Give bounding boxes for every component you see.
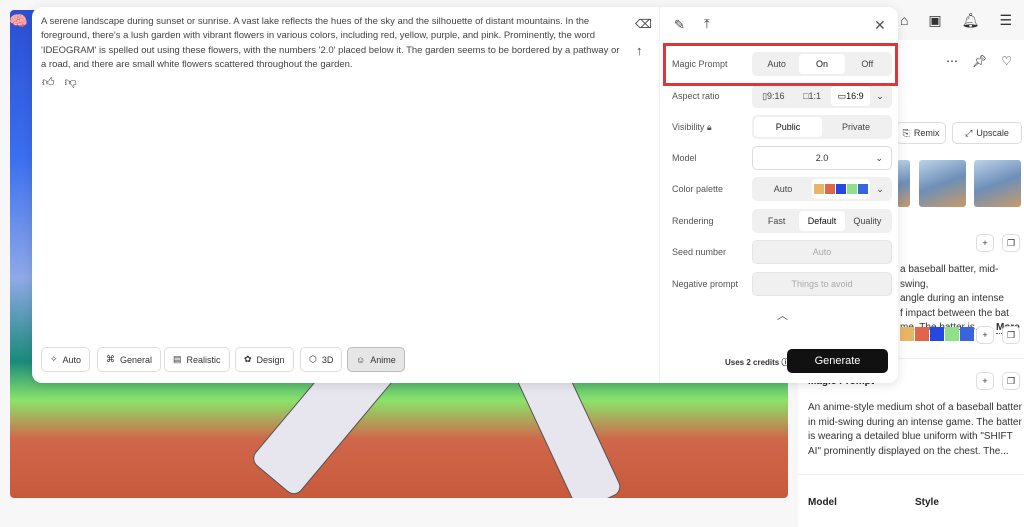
photo-icon: ▤ bbox=[173, 354, 182, 364]
remix-icon: ⎘ bbox=[902, 127, 910, 138]
visibility-public[interactable]: Public bbox=[754, 117, 822, 137]
style-design[interactable]: ✿ Design bbox=[235, 347, 294, 372]
style-heading: Style bbox=[915, 497, 939, 508]
magic-prompt-highlight bbox=[663, 43, 898, 86]
palette-swatches[interactable] bbox=[812, 179, 870, 199]
visibility-toggle: Public Private bbox=[752, 115, 892, 139]
pin-icon[interactable]: 📌︎ bbox=[972, 54, 987, 68]
model-label: Model bbox=[672, 153, 697, 163]
upscale-button[interactable]: ⤢ Upscale bbox=[952, 122, 1022, 144]
swatch bbox=[945, 327, 959, 341]
prompt-preview: a baseball batter, mid-swing, angle duri… bbox=[900, 263, 1024, 336]
eraser-icon[interactable]: ⌫ bbox=[635, 17, 652, 31]
seed-input[interactable]: Auto bbox=[752, 240, 892, 264]
swatch bbox=[900, 327, 914, 341]
color-palette-label: Color palette bbox=[672, 184, 724, 194]
model-select[interactable]: 2.0 ⌄ bbox=[752, 146, 892, 170]
upscale-icon: ⤢ bbox=[965, 127, 973, 138]
thumbnail[interactable] bbox=[897, 160, 910, 207]
chevron-down-icon: ⌄ bbox=[875, 152, 883, 163]
style-auto[interactable]: ✧ Auto bbox=[41, 347, 91, 372]
divider bbox=[798, 474, 1024, 475]
bell-icon[interactable]: 🔔︎ bbox=[962, 12, 980, 29]
anime-face-icon: ☺ bbox=[356, 354, 366, 365]
add-button[interactable]: + bbox=[976, 326, 994, 344]
negative-prompt-input[interactable]: Things to avoid bbox=[752, 272, 892, 296]
aspect-1-1[interactable]: □ 1:1 bbox=[793, 86, 832, 106]
arrow-up-icon[interactable]: ↑ bbox=[636, 43, 643, 58]
credits-info: Uses 2 credits ⓘ bbox=[725, 358, 790, 367]
menu-icon[interactable]: ☰ bbox=[999, 12, 1012, 29]
thumbs-down-icon[interactable]: 👎︎ bbox=[65, 75, 77, 90]
close-icon[interactable]: ✕ bbox=[874, 17, 886, 34]
lock-icon: 🔒︎ bbox=[706, 122, 712, 132]
style-realistic[interactable]: ▤ Realistic bbox=[164, 347, 230, 372]
add-button[interactable]: + bbox=[976, 234, 994, 252]
swatch bbox=[960, 327, 974, 341]
copy-button[interactable]: ❐ bbox=[1002, 326, 1020, 344]
more-options-icon[interactable]: ⋯ bbox=[946, 54, 958, 68]
rendering-default[interactable]: Default bbox=[799, 211, 845, 231]
remix-button[interactable]: ⎘ Remix bbox=[896, 122, 946, 144]
seed-label: Seed number bbox=[672, 247, 727, 257]
generate-button[interactable]: Generate bbox=[787, 349, 888, 373]
magic-prompt-text: An anime-style medium shot of a baseball… bbox=[808, 402, 1022, 457]
color-palette-selector: Auto ⌄ bbox=[752, 177, 892, 201]
divider bbox=[659, 7, 660, 383]
aspect-9-16[interactable]: ▯ 9:16 bbox=[754, 86, 793, 106]
sparkle-icon: ✧ bbox=[50, 354, 58, 364]
thumbnail[interactable] bbox=[919, 160, 966, 207]
rendering-fast[interactable]: Fast bbox=[754, 211, 799, 231]
palette-swatches bbox=[900, 327, 975, 343]
palette-auto[interactable]: Auto bbox=[754, 179, 812, 199]
design-icon: ✿ bbox=[244, 354, 252, 364]
gallery-icon[interactable]: ▣ bbox=[928, 12, 941, 29]
negative-prompt-label: Negative prompt bbox=[672, 279, 739, 289]
upload-icon[interactable]: ⤒ bbox=[704, 16, 710, 32]
heart-icon[interactable]: ♡ bbox=[1001, 54, 1012, 68]
style-3d[interactable]: ⬡ 3D bbox=[300, 347, 343, 372]
aspect-ratio-selector: ▯ 9:16 □ 1:1 ▭ 16:9 ⌄ bbox=[752, 84, 892, 108]
thumbs-up-icon[interactable]: 👍︎ bbox=[42, 75, 55, 90]
visibility-private[interactable]: Private bbox=[822, 117, 890, 137]
visibility-label: Visibility 🔒︎ bbox=[672, 122, 712, 132]
swatch bbox=[930, 327, 944, 341]
cube-icon: ⬡ bbox=[309, 354, 317, 364]
prompt-text[interactable]: A serene landscape during sunset or sunr… bbox=[41, 15, 626, 72]
landscape-icon: ▭ bbox=[837, 90, 847, 101]
chevron-down-icon[interactable]: ⌄ bbox=[870, 86, 890, 106]
thumbnail[interactable] bbox=[974, 160, 1021, 207]
swatch bbox=[915, 327, 929, 341]
style-general[interactable]: ⌘ General bbox=[97, 347, 162, 372]
model-heading: Model bbox=[808, 497, 837, 508]
aspect-ratio-label: Aspect ratio bbox=[672, 91, 720, 101]
chevron-down-icon[interactable]: ⌄ bbox=[870, 179, 890, 199]
copy-button[interactable]: ❐ bbox=[1002, 234, 1020, 252]
pencil-icon[interactable]: ✎ bbox=[674, 17, 685, 33]
copy-button[interactable]: ❐ bbox=[1002, 372, 1020, 390]
top-nav: ⌂ ▣ 🔔︎ ☰ bbox=[900, 12, 1012, 29]
aspect-16-9[interactable]: ▭ 16:9 bbox=[831, 86, 871, 106]
grid-icon: ⌘ bbox=[106, 354, 115, 364]
rendering-label: Rendering bbox=[672, 216, 714, 226]
logo[interactable]: 🧠 bbox=[9, 12, 28, 30]
rendering-quality[interactable]: Quality bbox=[845, 211, 890, 231]
home-icon[interactable]: ⌂ bbox=[900, 12, 908, 29]
chevron-up-icon[interactable]: ︿ bbox=[777, 307, 788, 323]
rendering-toggle: Fast Default Quality bbox=[752, 209, 892, 233]
style-anime[interactable]: ☺ Anime bbox=[347, 347, 405, 372]
add-button[interactable]: + bbox=[976, 372, 994, 390]
